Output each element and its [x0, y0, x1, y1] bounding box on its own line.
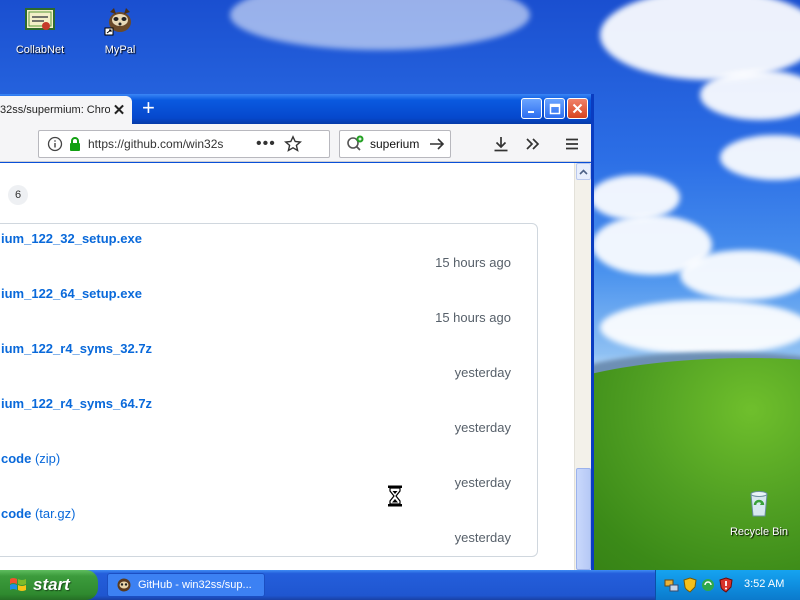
- clock: 3:52 AM: [744, 578, 785, 590]
- maximize-icon: [549, 103, 560, 114]
- asset-link[interactable]: ium_122_r4_syms_64.7z: [1, 396, 152, 411]
- downloads-button[interactable]: [490, 133, 512, 155]
- minimize-icon: [527, 110, 534, 113]
- certificate-icon: [25, 8, 55, 30]
- search-engine-icon: [347, 135, 364, 151]
- start-button[interactable]: start: [0, 570, 98, 600]
- asset-timestamp: yesterday: [454, 365, 511, 380]
- assets-count-badge: 6: [8, 185, 28, 205]
- tab-title: 32ss/supermium: Chro: [0, 104, 110, 116]
- security-shield-icon[interactable]: [682, 577, 698, 593]
- bookmark-star-icon[interactable]: [283, 135, 302, 153]
- taskbar: start GitHub - win32ss/sup... 3:52 AM: [0, 570, 800, 600]
- system-tray: 3:52 AM: [655, 570, 800, 600]
- vertical-scrollbar[interactable]: [574, 163, 591, 570]
- network-icon[interactable]: [664, 577, 680, 593]
- info-icon[interactable]: [47, 136, 63, 152]
- close-icon: [572, 103, 583, 114]
- scroll-up-button[interactable]: [576, 163, 591, 180]
- asset-row: ium_122_32_setup.exe 15 hours ago: [1, 224, 529, 279]
- cloud: [720, 135, 800, 180]
- scrollbar-thumb[interactable]: [576, 468, 591, 570]
- windows-logo-icon: [10, 578, 26, 591]
- asset-link[interactable]: code (zip): [1, 451, 60, 466]
- asset-row: ium_122_64_setup.exe 15 hours ago: [1, 279, 529, 334]
- alert-shield-icon[interactable]: [718, 577, 734, 593]
- sync-icon[interactable]: [700, 577, 716, 593]
- search-field[interactable]: superium: [339, 130, 451, 158]
- cloud: [230, 0, 530, 50]
- download-icon: [494, 137, 508, 152]
- asset-row: ium_122_r4_syms_64.7z yesterday: [1, 389, 529, 444]
- browser-tab[interactable]: 32ss/supermium: Chro ✕: [0, 96, 132, 124]
- minimize-button[interactable]: [521, 98, 542, 119]
- cloud: [600, 0, 800, 80]
- url-text: https://github.com/win32s: [88, 137, 224, 151]
- close-window-button[interactable]: [567, 98, 588, 119]
- close-tab-icon[interactable]: ✕: [110, 101, 128, 119]
- asset-timestamp: yesterday: [454, 475, 511, 490]
- asset-row: code (tar.gz) yesterday: [1, 499, 529, 554]
- asset-link[interactable]: ium_122_32_setup.exe: [1, 231, 142, 246]
- page-content: 6 ium_122_32_setup.exe 15 hours ago ium_…: [0, 163, 574, 570]
- page-actions-icon[interactable]: •••: [256, 135, 276, 153]
- hamburger-icon: [566, 138, 578, 150]
- asset-timestamp: yesterday: [454, 420, 511, 435]
- address-bar[interactable]: https://github.com/win32s •••: [38, 130, 330, 158]
- cloud: [590, 175, 680, 220]
- asset-link[interactable]: ium_122_64_setup.exe: [1, 286, 142, 301]
- overflow-menu-button[interactable]: [522, 133, 544, 155]
- desktop-icon-collabnet[interactable]: CollabNet: [0, 4, 80, 56]
- asset-timestamp: 15 hours ago: [435, 255, 511, 270]
- desktop-icon-label: CollabNet: [15, 44, 65, 56]
- arrow-right-icon[interactable]: [428, 136, 446, 152]
- cloud: [600, 300, 800, 355]
- asset-timestamp: yesterday: [454, 530, 511, 545]
- hourglass-cursor-icon: [388, 485, 402, 507]
- desktop-icon-mypal[interactable]: MyPal: [80, 4, 160, 56]
- desktop-icon-label: Recycle Bin: [729, 526, 789, 538]
- asset-link[interactable]: code (tar.gz): [1, 506, 75, 521]
- maximize-button[interactable]: [544, 98, 565, 119]
- double-chevron-icon: [526, 138, 540, 150]
- asset-timestamp: 15 hours ago: [435, 310, 511, 325]
- recycle-bin-icon: [750, 491, 768, 517]
- asset-row: code (zip) yesterday: [1, 444, 529, 499]
- asset-link[interactable]: ium_122_r4_syms_32.7z: [1, 341, 152, 356]
- title-bar[interactable]: 32ss/supermium: Chro ✕ +: [0, 94, 591, 124]
- taskbar-item-label: GitHub - win32ss/sup...: [138, 579, 252, 591]
- desktop-icon-recycle-bin[interactable]: Recycle Bin: [719, 486, 799, 538]
- new-tab-button[interactable]: +: [142, 97, 155, 119]
- browser-window: 32ss/supermium: Chro ✕ + https://github.…: [0, 94, 594, 570]
- start-label: start: [33, 575, 70, 594]
- browser-app-icon: [117, 578, 131, 592]
- taskbar-item-browser[interactable]: GitHub - win32ss/sup...: [107, 573, 265, 597]
- search-value: superium: [370, 137, 420, 151]
- cloud: [700, 70, 800, 120]
- chevron-up-icon: [579, 168, 588, 175]
- lock-icon[interactable]: [68, 136, 82, 152]
- raccoon-icon: [104, 8, 131, 36]
- assets-list: ium_122_32_setup.exe 15 hours ago ium_12…: [0, 223, 538, 557]
- main-menu-button[interactable]: [561, 133, 583, 155]
- cloud: [680, 250, 800, 300]
- navigation-toolbar: https://github.com/win32s ••• superium: [0, 124, 591, 162]
- desktop-icon-label: MyPal: [104, 44, 136, 56]
- asset-row: ium_122_r4_syms_32.7z yesterday: [1, 334, 529, 389]
